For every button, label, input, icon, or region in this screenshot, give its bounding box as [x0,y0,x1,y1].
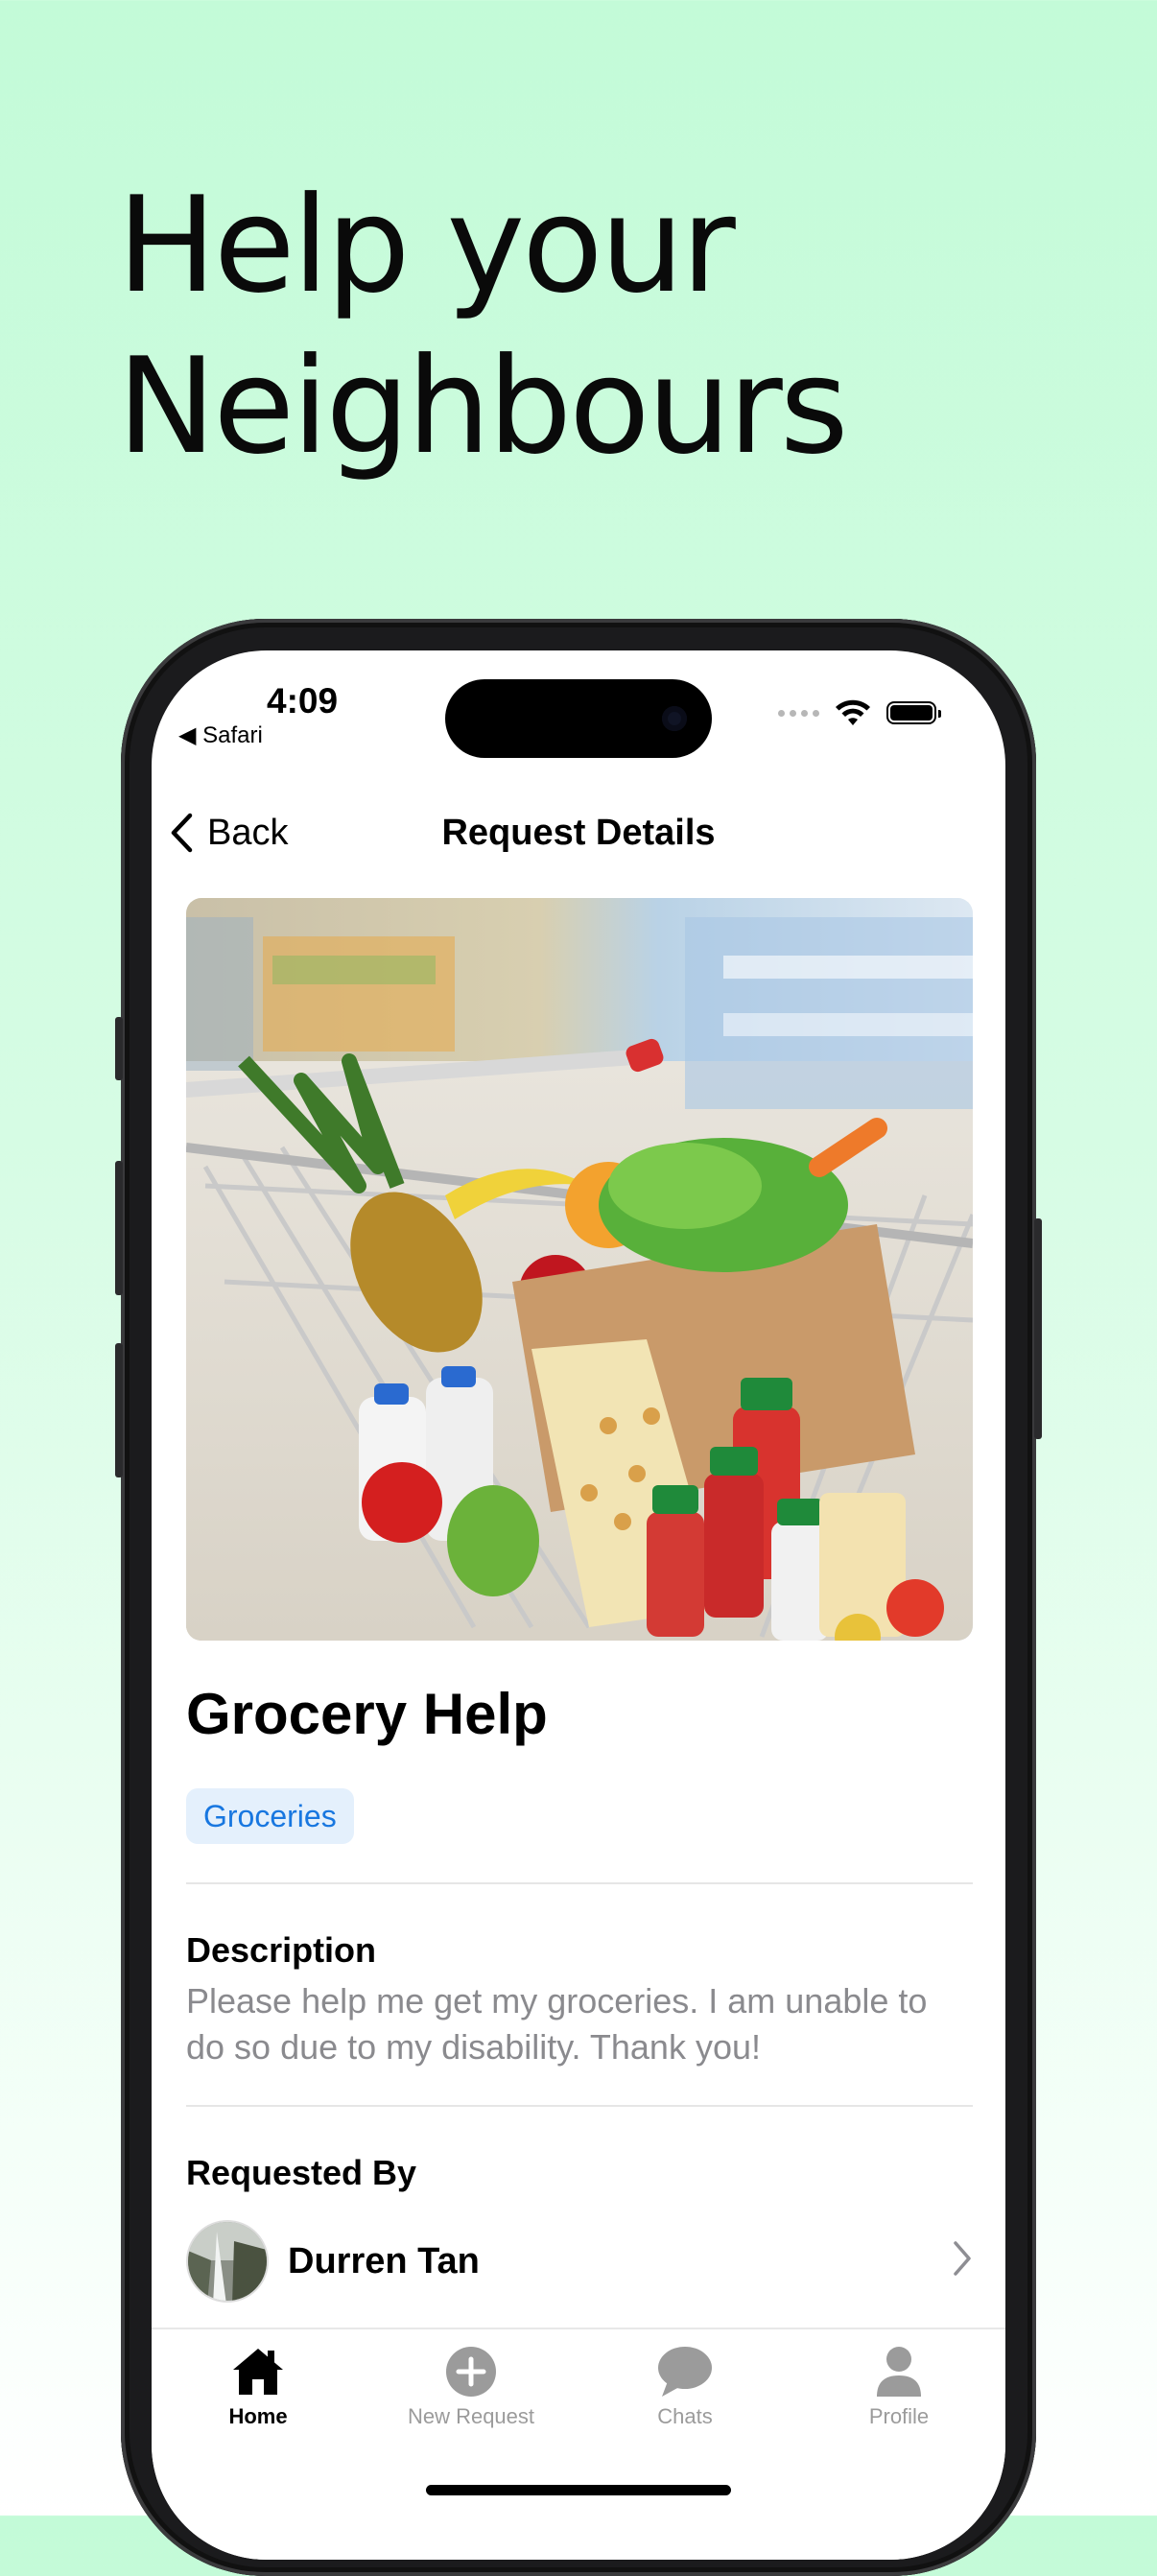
headline: Help your Neighbours [117,165,849,487]
status-back-to-app[interactable]: ◀ Safari [178,721,263,749]
headline-line-1: Help your [117,168,736,322]
divider [186,1882,973,1884]
tab-profile[interactable]: Profile [792,2329,1005,2454]
requester-name: Durren Tan [288,2241,480,2281]
avatar [186,2220,269,2303]
back-button[interactable]: Back [169,785,288,881]
headline-line-2: Neighbours [117,329,849,484]
house-icon [233,2349,283,2395]
tab-new-request[interactable]: New Request [365,2329,578,2454]
phone-side-button [115,1161,123,1295]
dynamic-island [445,679,712,758]
chevron-right-icon [954,2241,971,2276]
grocery-cart-image [186,898,973,1641]
request-image [186,898,973,1641]
status-time: 4:09 [267,681,339,721]
camera-icon [662,706,687,731]
request-title: Grocery Help [186,1682,548,1746]
phone-screen: 4:09 ◀ Safari Request Details Back Groce… [152,650,1005,2560]
description-label: Description [186,1930,377,1970]
chevron-left-icon [171,813,193,853]
tab-label: Chats [657,2404,713,2428]
phone-side-button [115,1343,123,1477]
category-badge: Groceries [186,1788,354,1844]
wifi-icon [836,699,870,725]
phone-side-button [1034,1218,1042,1439]
tab-label: Home [228,2404,288,2428]
status-indicators [778,698,941,727]
tab-bar: Home New Request Chats Profile [152,2328,1005,2560]
tab-label: Profile [868,2404,930,2428]
tab-label: New Request [407,2404,535,2428]
chat-bubble-icon [658,2347,712,2397]
requested-by-label: Requested By [186,2153,417,2192]
tab-home[interactable]: Home [152,2329,365,2454]
tab-chats[interactable]: Chats [578,2329,791,2454]
divider [186,2105,973,2107]
battery-icon [886,701,941,724]
home-indicator[interactable] [426,2485,731,2495]
navigation-bar: Request Details Back [152,785,1005,881]
person-icon [877,2347,921,2397]
plus-circle-icon [446,2347,496,2397]
back-label: Back [207,812,289,853]
phone-side-button [115,1017,123,1080]
description-text: Please help me get my groceries. I am un… [186,1981,928,2067]
requester-row[interactable]: Durren Tan [186,2220,973,2306]
signal-dots-icon [778,709,819,717]
